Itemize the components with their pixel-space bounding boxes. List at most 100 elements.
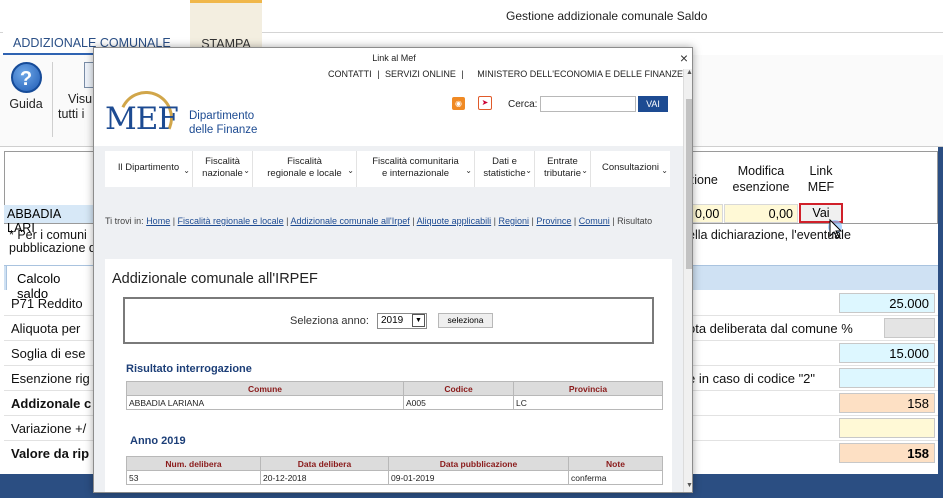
grid-row-comune[interactable]: ABBADIA LARI (4, 205, 94, 235)
menu-label: e internazionale (381, 168, 450, 179)
scroll-thumb[interactable] (686, 99, 692, 269)
ribbon-divider (52, 62, 53, 137)
close-icon[interactable]: × (680, 50, 688, 66)
soglia-value[interactable]: 15.000 (839, 343, 935, 363)
cell-data-pubblicazione: 09-01-2019 (388, 470, 569, 485)
search-button[interactable]: VAI (638, 96, 668, 112)
chevron-down-icon: ⌄ (581, 166, 588, 175)
menu-fiscalita-nazionale[interactable]: Fiscalità nazionale ⌄ (193, 151, 253, 187)
tab-calcolo-saldo[interactable]: Calcolo saldo (6, 265, 96, 301)
grid-header-mef: MEF (807, 180, 835, 194)
vertical-scrollbar[interactable]: ▲ ▼ (683, 69, 692, 492)
web-content: CONTATTI | SERVIZI ONLINE | MINISTERO DE… (94, 69, 683, 492)
search-input[interactable] (540, 96, 636, 112)
link-mef-dialog: Link al Mef × CONTATTI | SERVIZI ONLINE … (93, 47, 693, 493)
search-label: Cerca: (508, 99, 538, 110)
calc-right-label-esenzione: e in caso di codice "2" (688, 371, 816, 386)
help-icon: ? (10, 62, 42, 93)
menu-consultazioni[interactable]: Consultazioni ⌄ (591, 151, 670, 187)
menu-label: Fiscalità comunitaria (372, 156, 459, 167)
window-edge (938, 147, 943, 474)
breadcrumb-prefix: Ti trovi in: (105, 216, 144, 226)
logo-line-2: delle Finanze (189, 124, 258, 136)
aliquota-value[interactable] (884, 318, 935, 338)
chevron-down-icon: ⌄ (243, 166, 250, 175)
chevron-down-icon: ⌄ (525, 166, 532, 175)
note-line-2: pubblicazione d (9, 241, 96, 255)
main-menu: Il Dipartimento ⌄ Fiscalità nazionale ⌄ Fis… (105, 151, 670, 187)
breadcrumb-current: Risultato (617, 216, 653, 226)
app-title: Gestione addizionale comunale Saldo (506, 9, 708, 23)
breadcrumb-link[interactable]: Aliquote applicabili (417, 216, 492, 226)
delibera-table: Num. delibera Data delibera Data pubblic… (126, 456, 663, 485)
table-header-row: Comune Codice Provincia (126, 381, 663, 396)
app-titlebar: Gestione addizionale comunale Saldo (0, 0, 943, 33)
result-title: Risultato interrogazione (126, 363, 252, 375)
breadcrumb: Ti trovi in: Home | Fiscalità regionale … (105, 216, 653, 226)
year-select-value: 2019 (381, 315, 404, 326)
variazione-value[interactable] (839, 418, 935, 438)
logo-dipartimento: Dipartimento delle Finanze (189, 109, 257, 137)
cell-provincia: LC (513, 395, 663, 410)
breadcrumb-link[interactable]: Regioni (499, 216, 530, 226)
calc-label-addizionale: Addizonale c (11, 396, 92, 411)
calc-label-esenzione: Esenzione rig (11, 371, 90, 386)
breadcrumb-link[interactable]: Fiscalità regionale e locale (178, 216, 284, 226)
mef-logo[interactable]: MEF Dipartimento delle Finanze (105, 83, 265, 153)
cell-num-delibera: 53 (126, 470, 261, 485)
grid-cell-a[interactable]: 0,00 (690, 204, 723, 223)
table-header-row: Num. delibera Data delibera Data pubblic… (126, 456, 663, 471)
menu-label: Il Dipartimento (117, 162, 180, 173)
grid-header-link: Link (809, 164, 833, 178)
grid-header-link-mef: Link MEF (800, 163, 842, 195)
share-icon[interactable]: ➤ (478, 96, 492, 110)
top-sep: | (377, 69, 380, 79)
breadcrumb-link[interactable]: Province (536, 216, 571, 226)
dialog-titlebar: Link al Mef × (94, 48, 692, 69)
scroll-up-icon[interactable]: ▲ (684, 69, 692, 81)
esenzione-value[interactable] (839, 368, 935, 388)
result-table: Comune Codice Provincia ABBADIA LARIANA … (126, 381, 663, 410)
col-provincia: Provincia (513, 381, 663, 396)
note-line-1-right: ella dichiarazione, l'eventuale (688, 228, 851, 242)
menu-dipartimento[interactable]: Il Dipartimento ⌄ (105, 151, 193, 187)
guida-label: Guida (9, 97, 43, 111)
year-select[interactable]: 2019 ▼ (377, 313, 427, 329)
cell-note: conferma (568, 470, 663, 485)
link-ministero[interactable]: MINISTERO DELL'ECONOMIA E DELLE FINANZE (477, 69, 683, 79)
logo-mef-text: MEF (105, 101, 179, 137)
top-sep: | (461, 69, 464, 79)
link-servizi-online[interactable]: SERVIZI ONLINE (385, 69, 456, 79)
valore-value: 158 (839, 443, 935, 463)
link-contatti[interactable]: CONTATTI (328, 69, 372, 79)
chevron-down-icon: ⌄ (661, 166, 668, 175)
breadcrumb-link[interactable]: Comuni (579, 216, 610, 226)
rss-icon[interactable]: ◉ (452, 97, 465, 110)
calc-right-label-aliquota: ota deliberata dal comune % (688, 321, 853, 336)
breadcrumb-link[interactable]: Home (146, 216, 170, 226)
seleziona-button[interactable]: seleziona (438, 313, 493, 328)
calc-label-aliquota: Aliquota per (11, 321, 81, 336)
scroll-down-icon[interactable]: ▼ (684, 482, 692, 492)
menu-fiscalita-comunitaria[interactable]: Fiscalità comunitaria e internazionale ⌄ (357, 151, 475, 187)
breadcrumb-link[interactable]: Addizionale comunale all'Irpef (290, 216, 409, 226)
menu-entrate-tributarie[interactable]: Entrate tributarie ⌄ (535, 151, 591, 187)
menu-label: Fiscalità (287, 156, 322, 167)
page-title: Addizionale comunale all'IRPEF (112, 271, 318, 287)
col-comune: Comune (126, 381, 404, 396)
calc-label-valore: Valore da rip (11, 446, 90, 461)
grid-header-modifica-2: esenzione (732, 180, 790, 194)
guida-button[interactable]: ? Guida (6, 62, 46, 111)
year-section-title: Anno 2019 (130, 435, 186, 447)
menu-dati-statistiche[interactable]: Dati e statistiche ⌄ (475, 151, 535, 187)
col-note: Note (568, 456, 663, 471)
menu-label: Consultazioni (601, 162, 660, 173)
calc-label-variazione: Variazione +/ (11, 421, 87, 436)
chevron-down-icon: ⌄ (465, 166, 472, 175)
grid-cell-modifica-esenzione[interactable]: 0,00 (724, 204, 798, 223)
col-data-pubblicazione: Data pubblicazione (388, 456, 569, 471)
reddito-value[interactable]: 25.000 (839, 293, 935, 313)
menu-fiscalita-regionale[interactable]: Fiscalità regionale e locale ⌄ (253, 151, 357, 187)
top-links: CONTATTI | SERVIZI ONLINE | MINISTERO DE… (328, 69, 683, 79)
grid-header-modifica-1: Modifica (737, 164, 785, 178)
